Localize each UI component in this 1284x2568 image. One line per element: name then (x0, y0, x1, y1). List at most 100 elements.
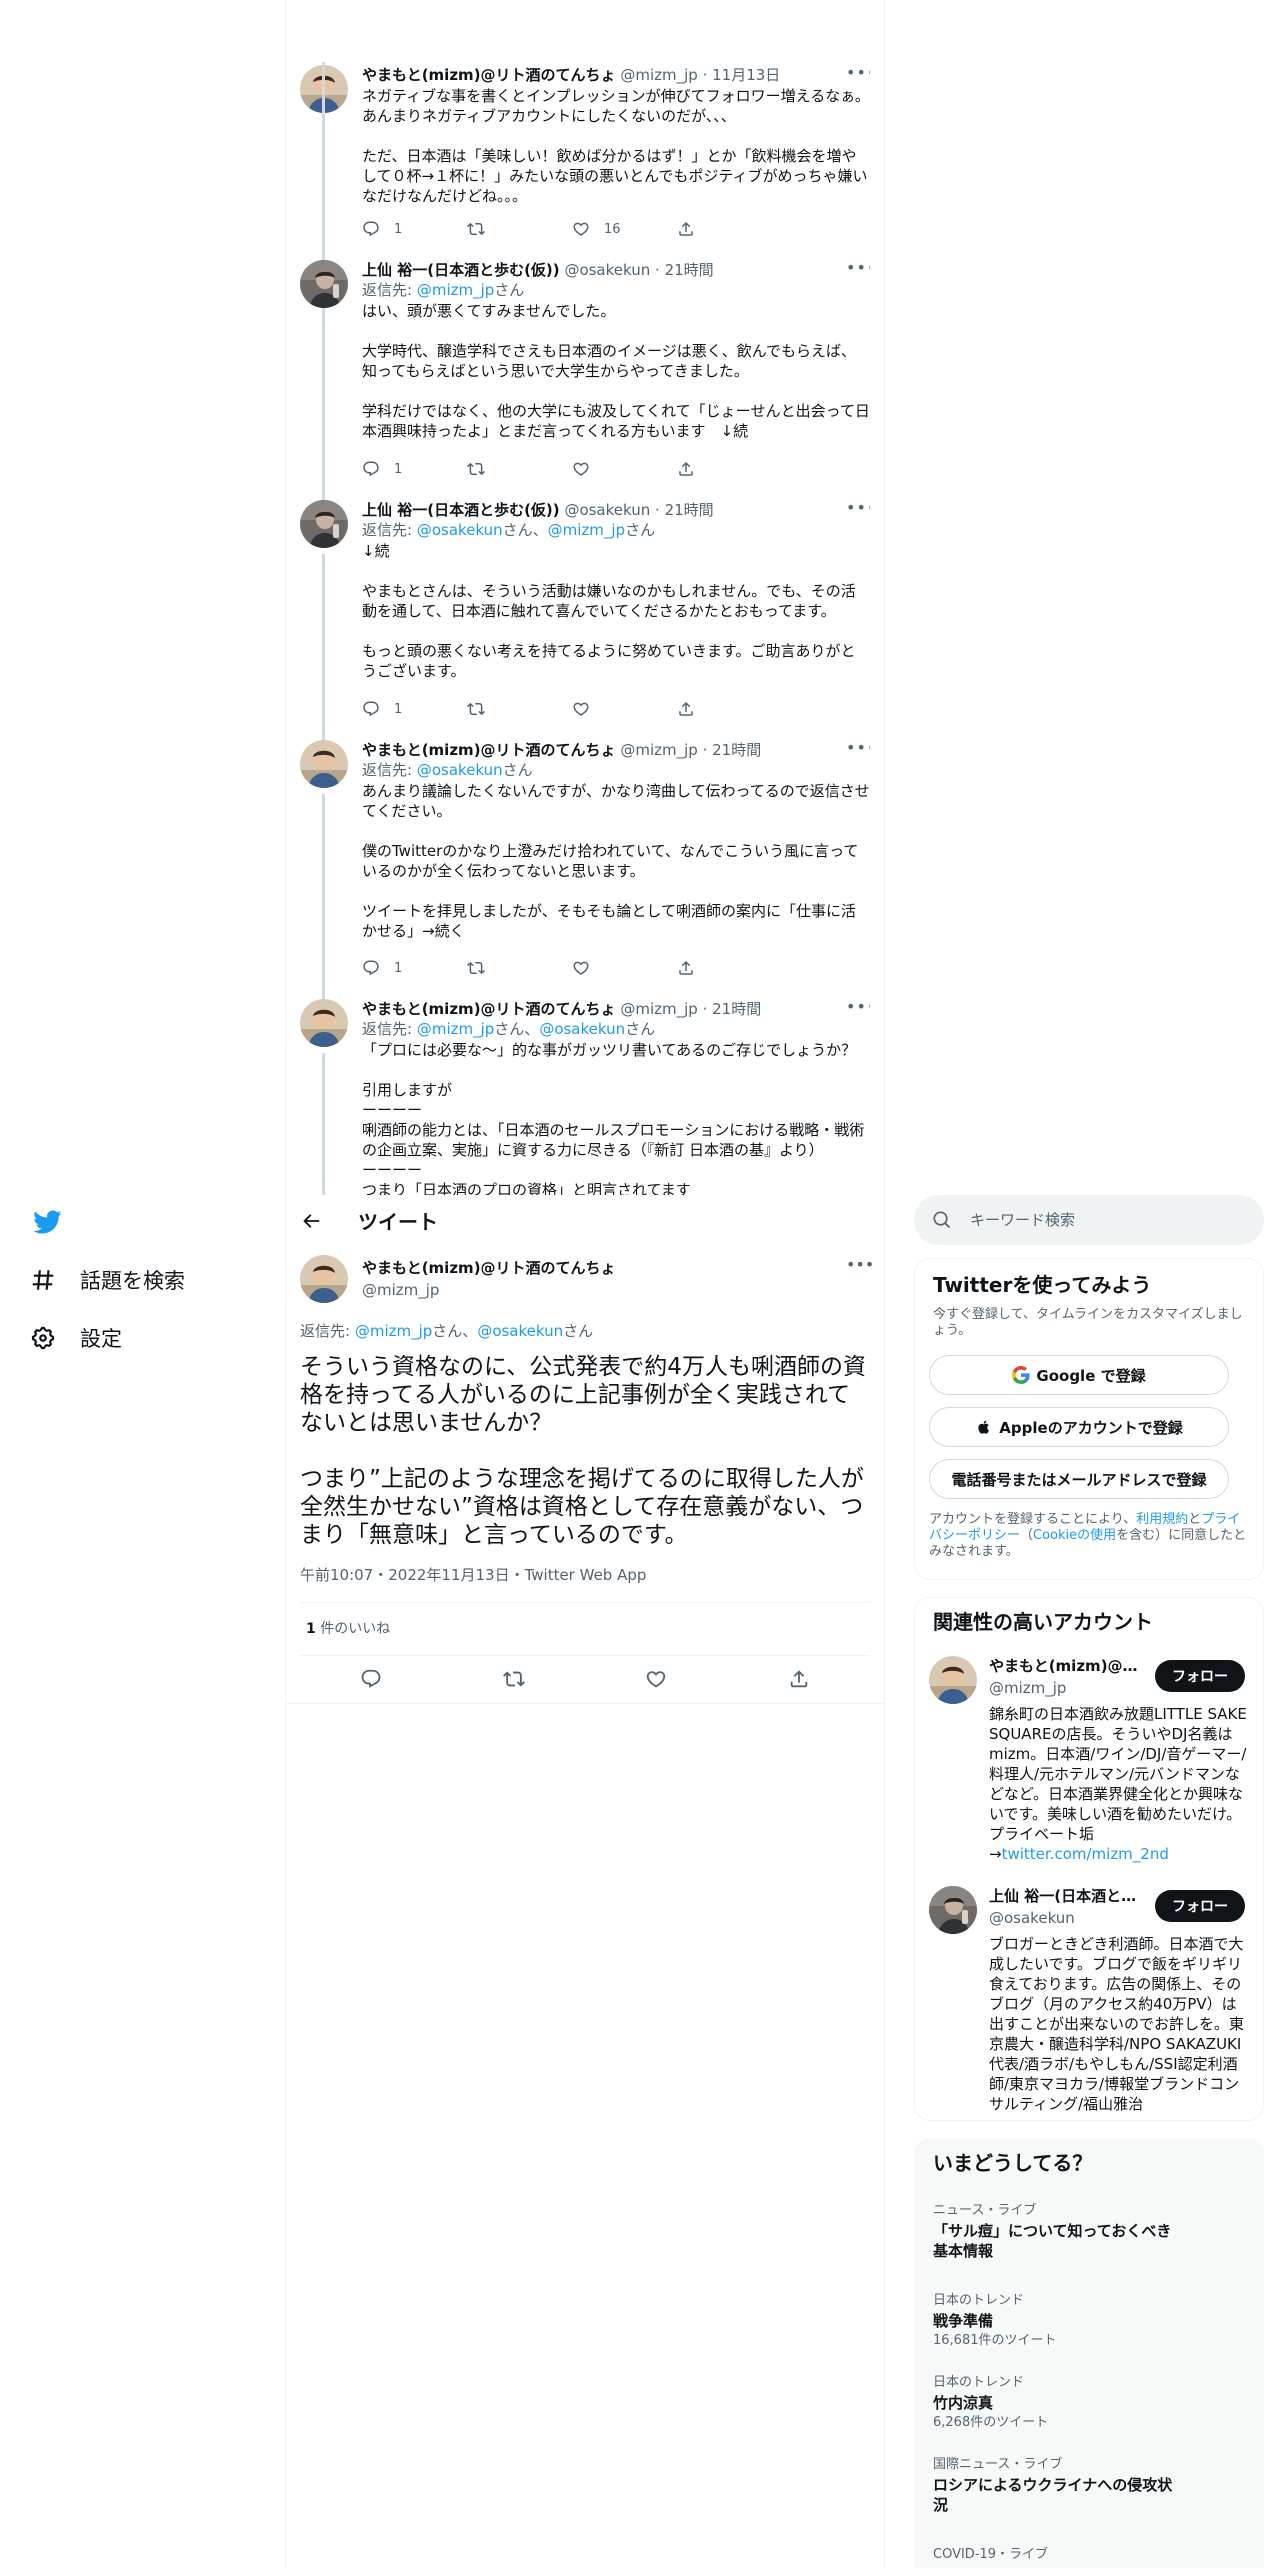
trend-item[interactable]: 日本のトレンド 戦争準備 16,681件のツイート (933, 2293, 1249, 2349)
trend-item[interactable]: ニュース・ライブ 「サル痘」について知っておくべき基本情報 (933, 2203, 1249, 2261)
author-name[interactable]: やまもと(mizm)@リト酒のてんちょ (362, 1000, 616, 1018)
avatar[interactable] (929, 1656, 977, 1704)
cookie-link[interactable]: Cookieの使用 (1033, 1528, 1116, 1543)
retweet-button[interactable] (467, 219, 572, 239)
email-signup-button[interactable]: 電話番号またはメールアドレスで登録 (929, 1459, 1229, 1499)
tweet-time[interactable]: 11月13日 (712, 66, 780, 84)
retweet-button[interactable] (499, 1666, 529, 1692)
author-handle[interactable]: @mizm_jp (362, 1280, 439, 1300)
account-handle[interactable]: @osakekun (989, 1908, 1075, 1928)
like-button[interactable]: 16 (572, 219, 677, 239)
reply-to-link[interactable]: @mizm_jp (548, 521, 625, 539)
reply-tweet-4[interactable]: やまもと(mizm)@リト酒のてんちょ @mizm_jp · 21時間 ••• … (300, 740, 870, 1000)
account-name[interactable]: 上仙 裕一(日本酒と歩む(仮)) (989, 1886, 1139, 1906)
author-handle[interactable]: @mizm_jp (620, 66, 697, 84)
author-handle[interactable]: @mizm_jp (620, 741, 697, 759)
follow-button[interactable]: フォロー (1155, 1660, 1245, 1692)
author-handle[interactable]: @osakekun (564, 501, 650, 519)
likes-count: 1 (306, 1621, 316, 1637)
reply-button[interactable] (356, 1666, 386, 1692)
share-icon (677, 220, 695, 238)
tweet-text: ↓続 やまもとさんは、そういう活動は嫌いなのかもしれません。でも、その活動を通し… (362, 542, 856, 680)
reply-button[interactable]: 1 (362, 219, 467, 239)
share-button[interactable] (784, 1666, 814, 1692)
follow-button[interactable]: フォロー (1155, 1890, 1245, 1922)
author-handle[interactable]: @osakekun (564, 261, 650, 279)
reply-button[interactable]: 1 (362, 958, 467, 978)
reply-to-link[interactable]: @osakekun (417, 521, 503, 539)
author-handle[interactable]: @mizm_jp (620, 1000, 697, 1018)
avatar[interactable] (300, 500, 348, 548)
reply-to-link[interactable]: @osakekun (539, 1020, 625, 1038)
bio-link[interactable]: twitter.com/mizm_2nd (1002, 1845, 1169, 1863)
more-icon[interactable]: ••• (846, 500, 870, 518)
reply-to-link[interactable]: @mizm_jp (417, 1020, 494, 1038)
author-name[interactable]: 上仙 裕一(日本酒と歩む(仮)) (362, 501, 560, 519)
tweet-time[interactable]: 21時間 (665, 501, 714, 519)
account-name[interactable]: やまもと(mizm)@リト酒のてんちょ (989, 1656, 1139, 1676)
trend-item[interactable]: 日本のトレンド 竹内涼真 6,268件のツイート (933, 2375, 1249, 2431)
more-icon[interactable]: ••• (846, 1255, 874, 1274)
account-handle[interactable]: @mizm_jp (989, 1678, 1066, 1698)
reply-tweet-5[interactable]: やまもと(mizm)@リト酒のてんちょ @mizm_jp · 21時間 ••• … (300, 999, 870, 1195)
share-button[interactable] (677, 699, 782, 719)
reply-to-link[interactable]: @osakekun (477, 1322, 563, 1340)
trend-item[interactable]: COVID-19・ライブ (933, 2547, 1249, 2563)
more-icon[interactable]: ••• (846, 260, 870, 278)
gear-icon (28, 1323, 58, 1353)
nav-explore[interactable]: 話題を検索 (28, 1255, 185, 1305)
author-name[interactable]: 上仙 裕一(日本酒と歩む(仮)) (362, 261, 560, 279)
nav-settings[interactable]: 設定 (28, 1313, 122, 1363)
reply-to: 返信先: @mizm_jpさん (362, 281, 525, 299)
like-button[interactable] (572, 459, 677, 479)
more-icon[interactable]: ••• (846, 740, 870, 758)
avatar[interactable] (300, 1255, 348, 1303)
tweet-timestamp[interactable]: 午前10:07・2022年11月13日・Twitter Web App (300, 1565, 646, 1585)
share-button[interactable] (677, 958, 782, 978)
avatar[interactable] (300, 260, 348, 308)
author-name[interactable]: やまもと(mizm)@リト酒のてんちょ (362, 741, 616, 759)
more-icon[interactable]: ••• (846, 999, 870, 1017)
reply-tweet-1[interactable]: やまもと(mizm)@リト酒のてんちょ @mizm_jp · 11月13日 ••… (300, 65, 870, 319)
trend-item[interactable]: 国際ニュース・ライブ ロシアによるウクライナへの侵攻状況 (933, 2457, 1249, 2515)
tweet-text: ネガティブな事を書くとインプレッションが伸びてフォロワー増えるなぁ。あんまりネガ… (362, 87, 870, 205)
author-name[interactable]: やまもと(mizm)@リト酒のてんちょ (362, 1258, 616, 1278)
avatar[interactable] (300, 740, 348, 788)
account-bio: 錦糸町の日本酒飲み放題LITTLE SAKE SQUAREの店長。そういやDJ名… (989, 1705, 1247, 1863)
like-button[interactable] (641, 1666, 671, 1692)
reply-to-link[interactable]: @mizm_jp (355, 1322, 432, 1340)
trends-title: いまどうしてる？ (933, 2151, 1093, 2175)
tweet-time[interactable]: 21時間 (712, 1000, 761, 1018)
share-button[interactable] (677, 459, 782, 479)
share-button[interactable] (677, 219, 782, 239)
author-name[interactable]: やまもと(mizm)@リト酒のてんちょ (362, 66, 616, 84)
reply-icon (362, 460, 380, 478)
search-input[interactable] (970, 1195, 1250, 1245)
reply-tweet-3[interactable]: 上仙 裕一(日本酒と歩む(仮)) @osakekun · 21時間 ••• 返信… (300, 500, 870, 740)
retweet-button[interactable] (467, 958, 572, 978)
apple-signup-button[interactable]: Appleのアカウントで登録 (929, 1407, 1229, 1447)
likes-summary[interactable]: 1 件のいいね (306, 1619, 390, 1639)
reply-tweet-2[interactable]: 上仙 裕一(日本酒と歩む(仮)) @osakekun · 21時間 ••• 返信… (300, 62, 870, 500)
more-icon[interactable]: ••• (846, 65, 870, 83)
tweet-time[interactable]: 21時間 (712, 741, 761, 759)
retweet-button[interactable] (467, 699, 572, 719)
reply-to-link[interactable]: @mizm_jp (417, 281, 494, 299)
relevant-account[interactable]: やまもと(mizm)@リト酒のてんちょ @mizm_jp フォロー 錦糸町の日本… (929, 1656, 1249, 1886)
reply-to: 返信先: @osakekunさん、@mizm_jpさん (362, 521, 656, 539)
like-button[interactable] (572, 699, 677, 719)
terms-link[interactable]: 利用規約 (1136, 1512, 1188, 1527)
back-arrow-icon[interactable] (300, 1210, 324, 1234)
twitter-logo-icon[interactable] (32, 1207, 68, 1243)
reply-button[interactable]: 1 (362, 699, 467, 719)
reply-to-link[interactable]: @osakekun (417, 761, 503, 779)
reply-button[interactable]: 1 (362, 459, 467, 479)
retweet-button[interactable] (467, 459, 572, 479)
trend-category: COVID-19・ライブ (933, 2547, 1049, 2562)
avatar[interactable] (929, 1886, 977, 1934)
relevant-account[interactable]: 上仙 裕一(日本酒と歩む(仮)) @osakekun フォロー ブロガーときどき… (929, 1886, 1249, 2116)
google-signup-button[interactable]: Google で登録 (929, 1355, 1229, 1395)
avatar[interactable] (300, 999, 348, 1047)
tweet-time[interactable]: 21時間 (665, 261, 714, 279)
like-button[interactable] (572, 958, 677, 978)
